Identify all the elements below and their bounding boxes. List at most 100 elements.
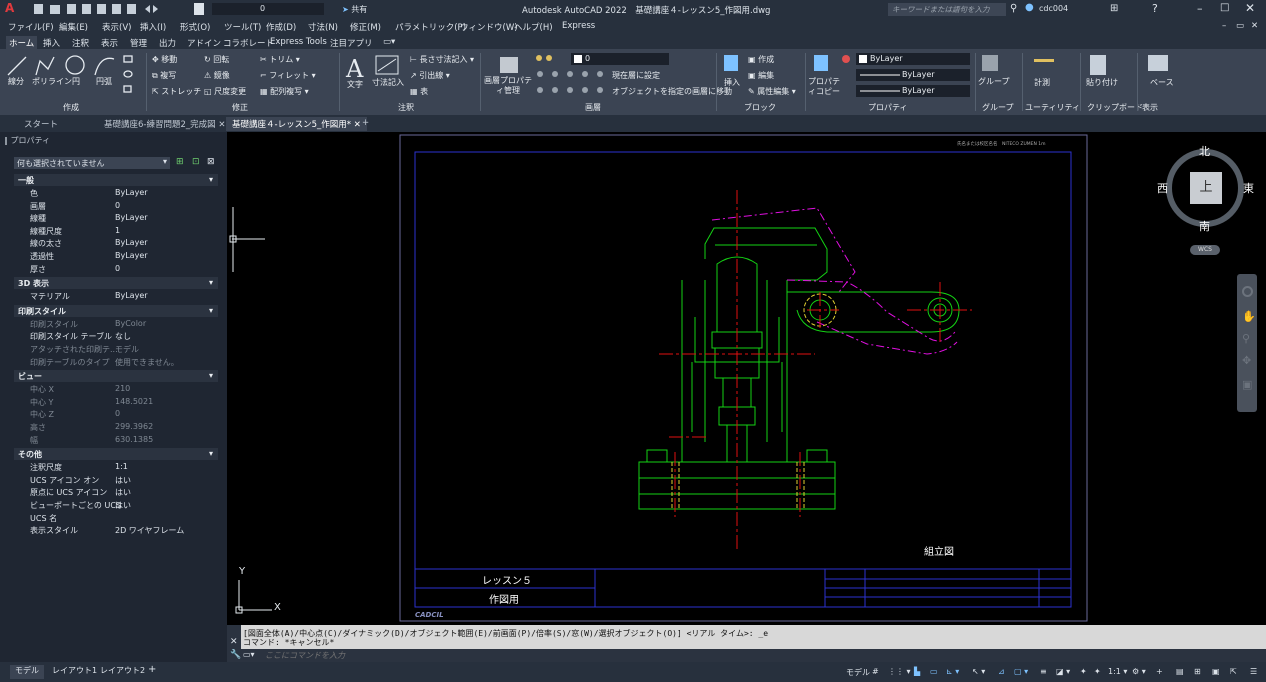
lineweight-icon[interactable]: ≡ [1040,667,1047,676]
modify-panel-label[interactable]: 修正 [232,102,248,113]
property-row[interactable]: 表示スタイル 2D ワイヤフレーム [14,524,218,537]
tab-output[interactable]: 出力 [156,36,179,50]
quick-select-icon[interactable]: ⊞ [176,157,184,167]
drawing-svg[interactable] [227,132,1266,625]
recent-commands-icon[interactable]: ▭▾ [243,650,255,659]
viewcube-west[interactable]: 西 [1157,180,1168,196]
search-icon[interactable]: ⚲ [1010,3,1017,14]
viewcube-face-top[interactable]: 上 [1190,172,1222,204]
zoom-icon[interactable]: ⚲ [1242,332,1250,345]
auto-scale-icon[interactable]: ✦ [1094,667,1101,676]
add-layout-button[interactable]: + [148,664,156,675]
property-row[interactable]: 画層 0 [14,200,218,213]
layer-combo[interactable]: 0 [585,54,590,63]
menu-insert[interactable]: 挿入(I) [140,21,166,33]
search-box[interactable]: キーワードまたは語句を入力 [888,3,1006,16]
property-row[interactable]: 印刷スタイル ByColor [14,318,218,331]
color-combo[interactable]: ByLayer [870,54,903,63]
menu-format[interactable]: 形式(O) [180,21,210,33]
model-space-button[interactable]: モデル [846,667,870,678]
layout-tab-1[interactable]: レイアウト1 [52,665,97,676]
property-section-header[interactable]: ビュー ▾ [14,370,218,383]
property-row[interactable]: 中心 Y 148.5021 [14,396,218,409]
property-row[interactable]: 印刷テーブルのタイプ 使用できません。 [14,356,218,369]
command-input[interactable] [265,650,1255,661]
orbit-icon[interactable]: ✥ [1242,354,1251,367]
polyline-button[interactable]: ポリライン [32,76,72,87]
dynamic-input-icon[interactable]: ▭ [930,667,938,676]
tab-insert[interactable]: 挿入 [40,36,63,50]
pickadd-toggle-icon[interactable]: ⊠ [207,157,215,167]
leader-button[interactable]: ↗ 引出線 ▾ [410,70,450,81]
lock-ui-icon[interactable]: ▣ [1212,667,1220,676]
property-row[interactable]: 色 ByLayer [14,187,218,200]
steering-wheel-icon[interactable] [1242,286,1253,297]
snap-icon[interactable]: ⋮⋮ ▾ [888,667,911,676]
menu-edit[interactable]: 編集(E) [59,21,88,33]
cart-icon[interactable]: ⊞ [1110,3,1118,14]
lineweight-combo[interactable]: ByLayer [902,86,935,95]
viewcube-east[interactable]: 東 [1243,180,1254,196]
layers-panel-label[interactable]: 画層 [585,102,601,113]
paste-button[interactable]: 貼り付け [1086,77,1118,88]
property-row[interactable]: アタッチされた印刷テ... モデル [14,343,218,356]
viewcube-north[interactable]: 北 [1199,143,1210,159]
share-button[interactable]: ➤ 共有 [342,4,367,15]
property-row[interactable]: 線の太さ ByLayer [14,237,218,250]
grid-icon[interactable]: # [872,667,879,676]
property-row[interactable]: 厚さ 0 [14,263,218,276]
workspace-gear-icon[interactable]: ⚙ ▾ [1132,667,1146,676]
menu-dimension[interactable]: 寸法(N) [308,21,338,33]
user-icon[interactable]: ● [1025,2,1034,13]
ribbon-toggle-icon[interactable]: ▭▾ [380,36,398,48]
infer-constraints-icon[interactable]: ▙ [914,667,920,676]
command-close-icon[interactable]: ✕ [230,637,238,647]
new-tab-button[interactable]: + [356,117,375,131]
array-button[interactable]: ▦ 配列複写 ▾ [260,86,309,97]
trim-button[interactable]: ✂ トリム ▾ [260,54,300,65]
property-section-header[interactable]: その他 ▾ [14,448,218,461]
transparency-icon[interactable]: ◪ ▾ [1056,667,1070,676]
stretch-button[interactable]: ⇱ ストレッチ [152,86,201,97]
property-row[interactable]: 中心 Z 0 [14,408,218,421]
fillet-button[interactable]: ⌐ フィレット ▾ [260,70,316,81]
property-row[interactable]: 線種 ByLayer [14,212,218,225]
view-panel-label[interactable]: 表示 [1142,102,1158,113]
property-row[interactable]: 透過性 ByLayer [14,250,218,263]
clipboard-panel-label[interactable]: クリップボード [1087,102,1143,113]
doc-tab-practice[interactable]: 基礎講座6-練習問題2_完成図 ✕ [98,117,231,131]
select-objects-icon[interactable]: ⊡ [192,157,200,167]
utilities-panel-label[interactable]: ユーティリティ [1025,102,1080,113]
property-row[interactable]: ビューポートごとの UCS はい [14,499,218,512]
property-row[interactable]: マテリアル ByLayer [14,290,218,303]
attr-edit-button[interactable]: ✎ 属性編集 ▾ [748,86,796,97]
annotation-panel-label[interactable]: 注釈 [398,102,414,113]
selection-dropdown[interactable]: 何も選択されていません ▾ [14,157,170,169]
help-icon[interactable]: ? [1152,2,1158,15]
units-icon[interactable]: ▤ [1176,667,1184,676]
property-section-header[interactable]: 印刷スタイル ▾ [14,304,218,317]
customize-menu-icon[interactable]: ☰ [1250,667,1257,676]
menu-window[interactable]: ウィンドウ(W) [460,21,518,33]
menu-modify[interactable]: 修正(M) [350,21,381,33]
property-row[interactable]: 原点に UCS アイコン はい [14,486,218,499]
ortho-icon[interactable]: ⊾ ▾ [946,667,959,676]
text-button[interactable]: 文字 [347,79,363,90]
property-row[interactable]: 幅 630.1385 [14,434,218,447]
tab-manage[interactable]: 管理 [127,36,150,50]
doc-tab-current[interactable]: 基礎講座４-レッスン5_作図用* ✕ [226,117,367,131]
viewcube-south[interactable]: 南 [1199,218,1210,234]
viewcube[interactable]: 上 北 南 東 西 [1157,143,1254,233]
tab-home[interactable]: ホーム [6,36,38,50]
minimize-button[interactable]: – [1197,2,1203,15]
showmotion-icon[interactable]: ▣ [1242,378,1252,391]
tab-annotate[interactable]: 注釈 [69,36,92,50]
annotation-monitor-icon[interactable]: + [1156,667,1163,676]
drawing-canvas[interactable]: レッスン５ 作図用 組立図 CADCIL 氏名または校区名名 NITECO ZU… [227,132,1266,625]
maximize-button[interactable]: □ [1220,2,1229,13]
quick-properties-icon[interactable]: ⊞ [1194,667,1201,676]
line-button[interactable]: 線分 [8,76,24,87]
annotation-scale-button[interactable]: 1:1 ▾ [1108,667,1127,676]
menu-parametric[interactable]: パラメトリック(P) [395,21,466,33]
menu-view[interactable]: 表示(V) [102,21,131,33]
